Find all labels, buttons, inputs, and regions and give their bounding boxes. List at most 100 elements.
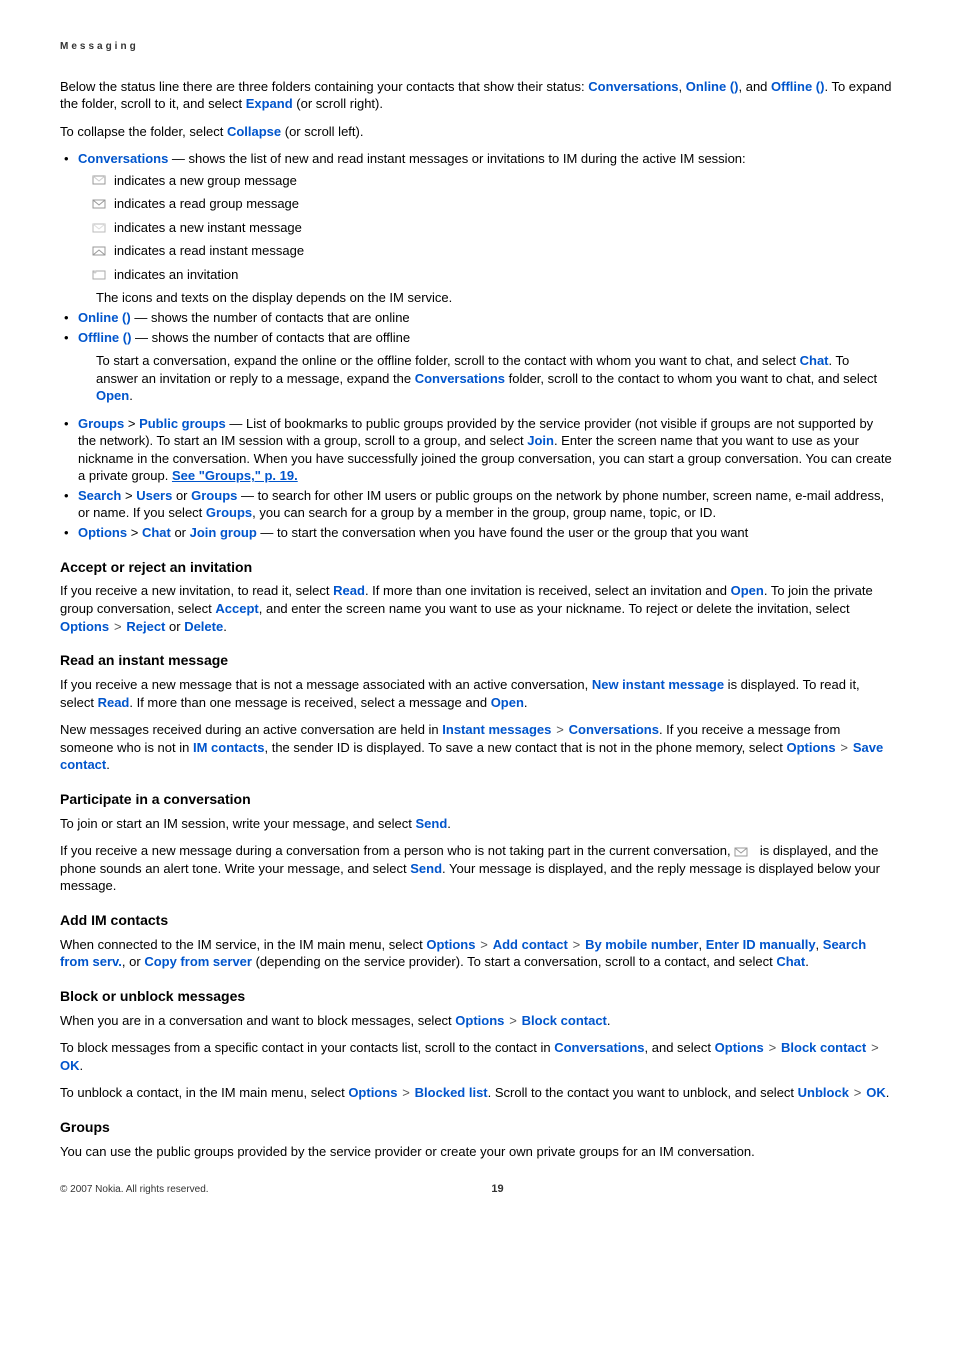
chevron-icon: > — [113, 618, 123, 636]
chevron-icon: > — [767, 1039, 777, 1057]
footer: © 2007 Nokia. All rights reserved. 19 — [60, 1182, 894, 1197]
open-link: Open — [96, 388, 129, 403]
text: or — [171, 525, 190, 540]
see-groups-link[interactable]: See "Groups," p. 19. — [172, 468, 298, 483]
expand-link: Expand — [246, 96, 293, 111]
unblock-link: Unblock — [798, 1085, 849, 1100]
offline-link: Offline () — [78, 330, 131, 345]
text: If you receive a new message during a co… — [60, 843, 734, 858]
text: , — [816, 937, 823, 952]
page-number: 19 — [491, 1182, 503, 1197]
read-link: Read — [333, 583, 365, 598]
chevron-icon: > — [870, 1039, 880, 1057]
ok-link: OK — [866, 1085, 886, 1100]
text: . If more than one invitation is receive… — [365, 583, 731, 598]
text: — shows the list of new and read instant… — [168, 151, 745, 166]
collapse-link: Collapse — [227, 124, 281, 139]
participate-paragraph-2: If you receive a new message during a co… — [60, 842, 894, 895]
text: . If more than one message is received, … — [129, 695, 490, 710]
text: , — [679, 79, 686, 94]
text: (or scroll left). — [281, 124, 363, 139]
list-item: Search > Users or Groups — to search for… — [60, 487, 894, 522]
add-paragraph: When connected to the IM service, in the… — [60, 936, 894, 971]
text: . — [447, 816, 451, 831]
text: If you receive a new invitation, to read… — [60, 583, 333, 598]
invitation-icon — [92, 268, 108, 282]
options-link: Options — [786, 740, 835, 755]
text: When connected to the IM service, in the… — [60, 937, 426, 952]
text: indicates a read group message — [114, 195, 299, 213]
add-contact-link: Add contact — [493, 937, 568, 952]
conversations-link: Conversations — [554, 1040, 644, 1055]
list-item: Offline () — shows the number of contact… — [60, 329, 894, 405]
groups-link: Groups — [206, 505, 252, 520]
read-paragraph-2: New messages received during an active c… — [60, 721, 894, 774]
chevron-icon: > — [571, 936, 581, 954]
participate-paragraph-1: To join or start an IM session, write yo… — [60, 815, 894, 833]
message-icon — [734, 845, 750, 859]
blocked-list-link: Blocked list — [415, 1085, 488, 1100]
text: To join or start an IM session, write yo… — [60, 816, 416, 831]
conversations-link: Conversations — [415, 371, 505, 386]
text: . — [524, 695, 528, 710]
users-link: Users — [136, 488, 172, 503]
text: , and enter the screen name you want to … — [259, 601, 850, 616]
block-paragraph-1: When you are in a conversation and want … — [60, 1012, 894, 1030]
list-item: Online () — shows the number of contacts… — [60, 309, 894, 327]
chat-link: Chat — [142, 525, 171, 540]
text: , and select — [645, 1040, 715, 1055]
text: . — [80, 1058, 84, 1073]
text: — shows the number of contacts that are … — [131, 310, 410, 325]
text: , or — [122, 954, 144, 969]
search-link: Search — [78, 488, 121, 503]
join-group-link: Join group — [190, 525, 257, 540]
main-list: Conversations — shows the list of new an… — [60, 150, 894, 541]
options-link: Options — [348, 1085, 397, 1100]
text: indicates an invitation — [114, 266, 238, 284]
heading-participate: Participate in a conversation — [60, 790, 894, 809]
chat-link: Chat — [800, 353, 829, 368]
text: , the sender ID is displayed. To save a … — [264, 740, 786, 755]
text: Below the status line there are three fo… — [60, 79, 588, 94]
text: To unblock a contact, in the IM main men… — [60, 1085, 348, 1100]
options-link: Options — [426, 937, 475, 952]
groups-link: Groups — [78, 416, 124, 431]
chevron-icon: > — [853, 1084, 863, 1102]
delete-link: Delete — [184, 619, 223, 634]
text: , you can search for a group by a member… — [252, 505, 716, 520]
list-item: Conversations — shows the list of new an… — [60, 150, 894, 307]
text: . — [223, 619, 227, 634]
heading-add: Add IM contacts — [60, 911, 894, 930]
new-instant-message-link: New instant message — [592, 677, 724, 692]
list-item: Groups > Public groups — List of bookmar… — [60, 415, 894, 485]
text: folder, scroll to the contact to whom yo… — [505, 371, 877, 386]
heading-accept: Accept or reject an invitation — [60, 558, 894, 577]
text: , — [699, 937, 706, 952]
list-item: indicates a read group message — [92, 195, 894, 213]
new-instant-message-icon — [92, 221, 108, 235]
options-link: Options — [60, 619, 109, 634]
text: > — [124, 416, 139, 431]
list-item: indicates a read instant message — [92, 242, 894, 260]
chevron-icon: > — [401, 1084, 411, 1102]
block-paragraph-2: To block messages from a specific contac… — [60, 1039, 894, 1074]
im-contacts-link: IM contacts — [193, 740, 265, 755]
send-link: Send — [410, 861, 442, 876]
copy-server-link: Copy from server — [144, 954, 252, 969]
text: or — [165, 619, 184, 634]
page-header: Messaging — [60, 40, 894, 54]
open-link: Open — [491, 695, 524, 710]
public-groups-link: Public groups — [139, 416, 226, 431]
ok-link: OK — [60, 1058, 80, 1073]
list-item: indicates a new group message — [92, 172, 894, 190]
options-link: Options — [78, 525, 127, 540]
online-link: Online () — [78, 310, 131, 325]
conversations-link: Conversations — [569, 722, 659, 737]
text: indicates a new group message — [114, 172, 297, 190]
text: or — [172, 488, 191, 503]
copyright: © 2007 Nokia. All rights reserved. — [60, 1184, 209, 1195]
chevron-icon: > — [555, 721, 565, 739]
text: > — [121, 488, 136, 503]
text: To block messages from a specific contac… — [60, 1040, 554, 1055]
list-item: Options > Chat or Join group — to start … — [60, 524, 894, 542]
